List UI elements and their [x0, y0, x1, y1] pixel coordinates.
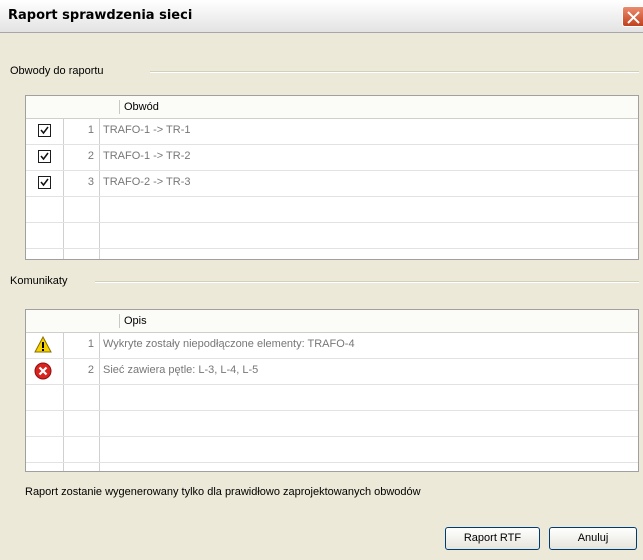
group-divider [150, 71, 639, 73]
message-text: Wykryte zostały niepodłączone elementy: … [103, 338, 355, 350]
row-checkbox[interactable] [38, 124, 51, 137]
checkmark-icon [40, 178, 49, 187]
circuits-grid-header: Obwód [26, 96, 638, 119]
messages-group-label: Komunikaty [10, 275, 72, 287]
error-icon [34, 362, 52, 380]
dialog-window: Raport sprawdzenia sieci Obwody do rapor… [0, 0, 643, 560]
row-checkbox[interactable] [38, 150, 51, 163]
circuit-name: TRAFO-1 -> TR-1 [103, 124, 191, 136]
table-row[interactable]: 2 TRAFO-1 -> TR-2 [26, 144, 638, 171]
circuit-name: TRAFO-2 -> TR-3 [103, 176, 191, 188]
empty-row [26, 436, 638, 463]
empty-row [26, 222, 638, 249]
empty-row [26, 384, 638, 411]
title-bar[interactable]: Raport sprawdzenia sieci [0, 0, 643, 33]
checkmark-icon [40, 126, 49, 135]
empty-row [26, 410, 638, 437]
checkmark-icon [40, 152, 49, 161]
column-header-opis[interactable]: Opis [124, 315, 147, 327]
table-row[interactable]: 1 TRAFO-1 -> TR-1 [26, 118, 638, 145]
group-divider [95, 281, 639, 283]
row-number: 1 [87, 338, 94, 350]
table-row[interactable]: 3 TRAFO-2 -> TR-3 [26, 170, 638, 197]
row-checkbox[interactable] [38, 176, 51, 189]
table-row[interactable]: 1 Wykryte zostały niepodłączone elementy… [26, 332, 638, 359]
footer-note: Raport zostanie wygenerowany tylko dla p… [25, 486, 421, 498]
rtf-report-button[interactable]: Raport RTF [445, 527, 540, 550]
message-text: Sieć zawiera pętle: L-3, L-4, L-5 [103, 364, 259, 376]
row-number: 1 [87, 124, 94, 136]
circuits-grid[interactable]: Obwód 1 TRAFO-1 -> TR-1 2 TRAFO-1 -> TR-… [25, 95, 639, 260]
row-number: 2 [87, 364, 94, 376]
cancel-button[interactable]: Anuluj [549, 527, 637, 550]
row-number: 3 [87, 176, 94, 188]
column-header-obwod[interactable]: Obwód [124, 101, 159, 113]
circuit-name: TRAFO-1 -> TR-2 [103, 150, 191, 162]
circuits-group-label: Obwody do raportu [10, 65, 108, 77]
empty-row [26, 196, 638, 223]
window-title: Raport sprawdzenia sieci [8, 8, 193, 23]
row-number: 2 [87, 150, 94, 162]
warning-icon [34, 335, 52, 354]
table-row[interactable]: 2 Sieć zawiera pętle: L-3, L-4, L-5 [26, 358, 638, 385]
messages-grid-header: Opis [26, 310, 638, 333]
messages-grid[interactable]: Opis 1 Wykryte zostały niepodłączone ele… [25, 309, 639, 472]
close-button[interactable] [622, 6, 643, 27]
close-icon [627, 11, 640, 24]
